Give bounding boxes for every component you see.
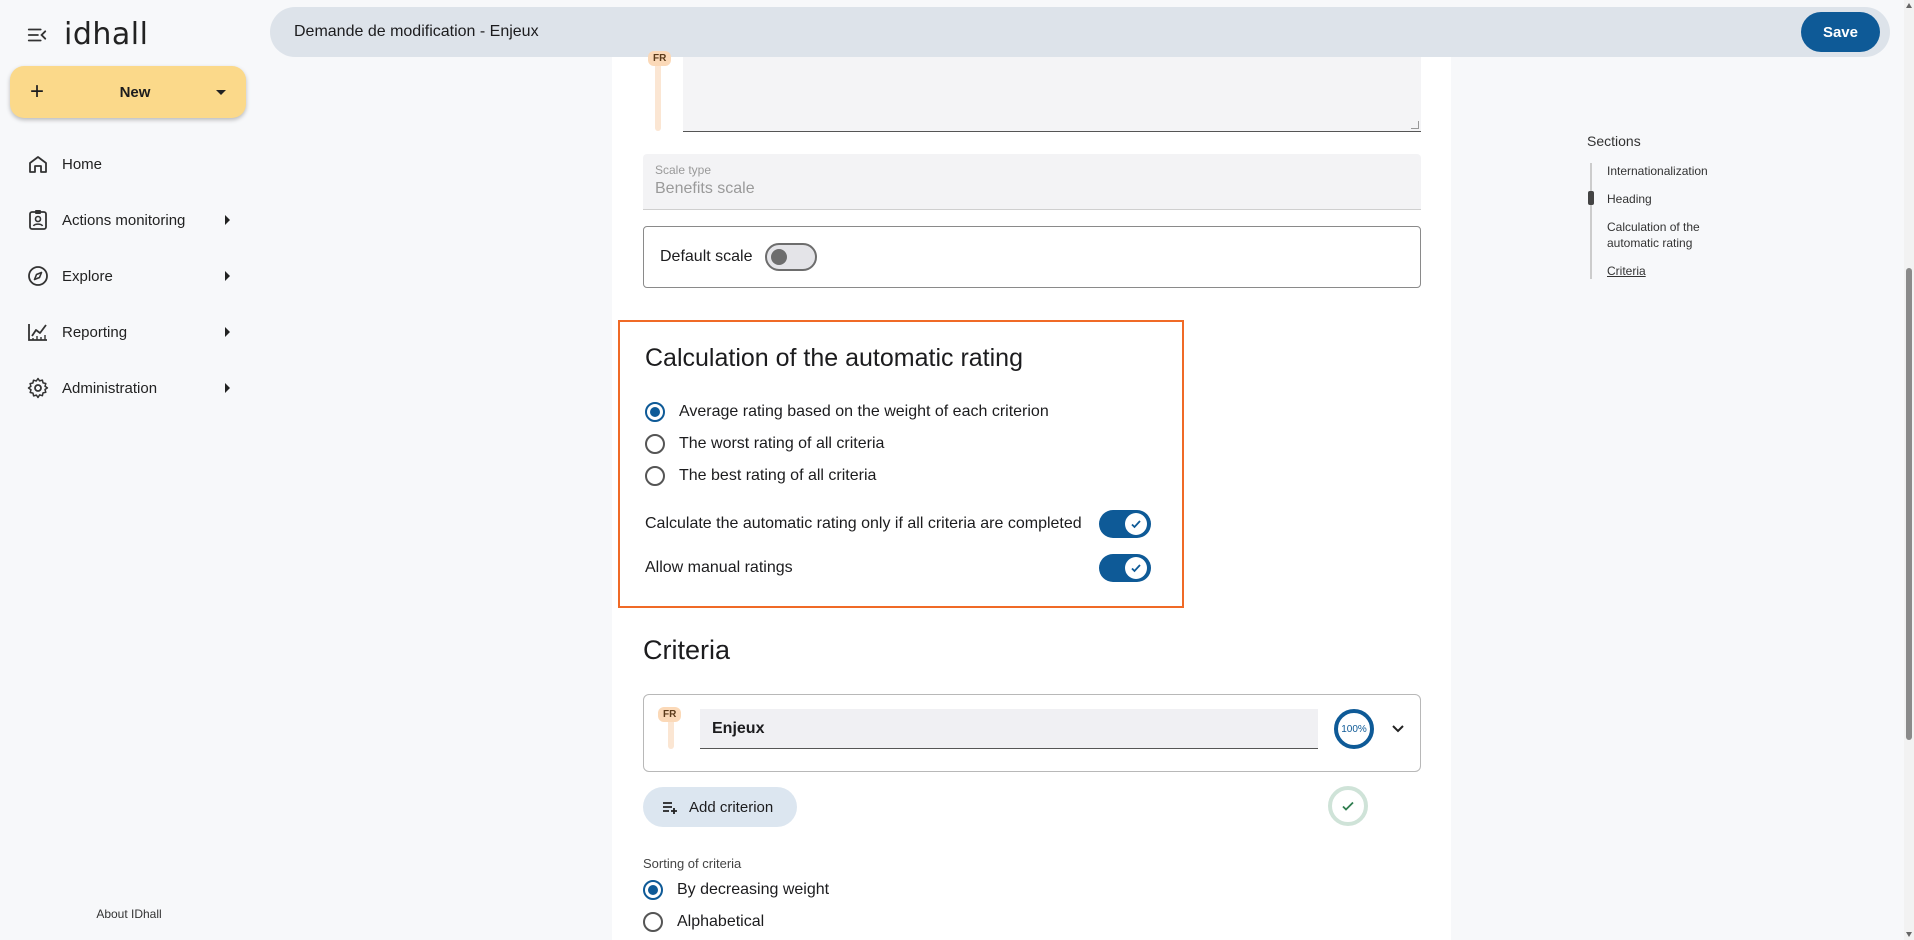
check-icon [1131, 520, 1141, 529]
page-scrollbar[interactable] [1904, 0, 1914, 940]
form-panel: FR Scale type Benefits scale Default sca… [612, 51, 1451, 940]
home-icon [29, 156, 47, 173]
add-criterion-button[interactable]: Add criterion [643, 787, 798, 827]
default-scale-box: Default scale [643, 226, 1421, 288]
section-link-heading[interactable]: Heading [1588, 191, 1787, 207]
caret-right-icon [225, 215, 230, 225]
gear-icon [27, 377, 49, 399]
nav-item-label: Administration [62, 379, 158, 397]
nav-item-home[interactable]: Home [0, 136, 258, 192]
check-icon [1342, 801, 1354, 811]
radio-best-rating[interactable]: The best rating of all criteria [645, 466, 876, 486]
plus-icon: + [30, 78, 45, 105]
caret-down-icon [216, 89, 226, 95]
top-bar: Demande de modification - Enjeux Save [270, 7, 1890, 57]
new-button-label: New [119, 83, 151, 101]
chart-line-icon [28, 324, 47, 341]
language-stem [655, 57, 661, 131]
nav-item-administration[interactable]: Administration [0, 360, 258, 416]
check-icon [1131, 564, 1141, 573]
menu-collapse-icon[interactable] [26, 24, 48, 46]
radio-button[interactable] [645, 402, 665, 422]
toggle-knob [770, 249, 787, 265]
nav-item-label: Explore [62, 267, 113, 285]
only-if-completed-row: Calculate the automatic rating only if a… [645, 510, 1151, 538]
resize-handle-icon[interactable] [1411, 121, 1419, 129]
weight-percent-indicator: 100% [1334, 709, 1374, 749]
only-if-completed-toggle[interactable] [1099, 510, 1151, 538]
calculation-title: Calculation of the automatic rating [645, 344, 1023, 372]
sections-nav: Sections Internationalization Heading Ca… [1587, 133, 1787, 291]
page-title: Demande de modification - Enjeux [294, 23, 539, 40]
clipboard-user-icon [29, 210, 47, 230]
allow-manual-label: Allow manual ratings [645, 559, 793, 576]
criterion-card: FR Enjeux 100% [643, 694, 1421, 772]
description-textarea[interactable] [683, 57, 1421, 132]
save-button[interactable]: Save [1800, 12, 1880, 52]
only-if-completed-label: Calculate the automatic rating only if a… [645, 515, 1082, 532]
default-scale-toggle[interactable] [764, 243, 817, 271]
nav-item-actions-monitoring[interactable]: Actions monitoring [0, 192, 258, 248]
scale-type-value: Benefits scale [655, 180, 755, 197]
scroll-up-icon[interactable] [1906, 3, 1912, 8]
criterion-name-input[interactable]: Enjeux [700, 709, 1318, 749]
radio-worst-rating[interactable]: The worst rating of all criteria [645, 434, 884, 454]
chevron-down-icon[interactable] [1389, 719, 1407, 737]
scroll-thumb[interactable] [1906, 268, 1912, 740]
new-button[interactable]: + New [10, 66, 246, 118]
sidebar: idhall + New Home Actions monitoring Exp… [0, 0, 258, 940]
app-logo: idhall [64, 17, 149, 52]
language-badge: FR [648, 51, 672, 66]
toggle-knob [1125, 513, 1147, 535]
section-link-internationalization[interactable]: Internationalization [1607, 163, 1787, 179]
scale-type-field: Scale type Benefits scale [643, 154, 1421, 210]
allow-manual-row: Allow manual ratings [645, 554, 1151, 582]
compass-icon [28, 266, 48, 286]
scroll-down-icon[interactable] [1906, 932, 1912, 937]
sections-list: Internationalization Heading Calculation… [1588, 163, 1787, 279]
radio-sort-decreasing-weight[interactable]: By decreasing weight [643, 880, 829, 900]
radio-label: Alphabetical [677, 913, 765, 930]
radio-button[interactable] [643, 912, 663, 932]
about-link[interactable]: About IDhall [0, 907, 258, 921]
nav-item-label: Actions monitoring [62, 211, 186, 229]
criteria-title: Criteria [643, 635, 731, 665]
radio-label: Average rating based on the weight of ea… [679, 403, 1049, 420]
add-criterion-label: Add criterion [689, 798, 774, 816]
radio-label: By decreasing weight [677, 881, 830, 898]
allow-manual-toggle[interactable] [1099, 554, 1151, 582]
scale-type-label: Scale type [655, 163, 712, 177]
logo-row: idhall [26, 17, 148, 52]
nav-item-label: Reporting [62, 323, 128, 341]
toggle-knob [1125, 557, 1147, 579]
caret-right-icon [225, 327, 230, 337]
radio-sort-alphabetical[interactable]: Alphabetical [643, 912, 764, 932]
playlist-add-icon [663, 802, 677, 814]
calculation-section: Calculation of the automatic rating Aver… [618, 320, 1184, 608]
language-badge: FR [658, 707, 682, 722]
caret-right-icon [225, 383, 230, 393]
radio-button[interactable] [643, 880, 663, 900]
nav-item-reporting[interactable]: Reporting [0, 304, 258, 360]
radio-label: The worst rating of all criteria [679, 435, 885, 452]
validation-check-indicator [1328, 786, 1368, 826]
radio-average-rating[interactable]: Average rating based on the weight of ea… [645, 402, 1049, 422]
sorting-label: Sorting of criteria [643, 856, 742, 871]
nav-item-label: Home [62, 155, 103, 173]
caret-right-icon [225, 271, 230, 281]
default-scale-label: Default scale [660, 248, 753, 265]
section-link-calculation[interactable]: Calculation of the automatic rating [1607, 219, 1737, 251]
main-nav: Home Actions monitoring Explore Reportin… [0, 136, 258, 416]
section-link-criteria[interactable]: Criteria [1607, 263, 1787, 279]
radio-button[interactable] [645, 434, 665, 454]
radio-label: The best rating of all criteria [679, 467, 877, 484]
nav-item-explore[interactable]: Explore [0, 248, 258, 304]
radio-button[interactable] [645, 466, 665, 486]
sections-heading: Sections [1587, 133, 1641, 149]
